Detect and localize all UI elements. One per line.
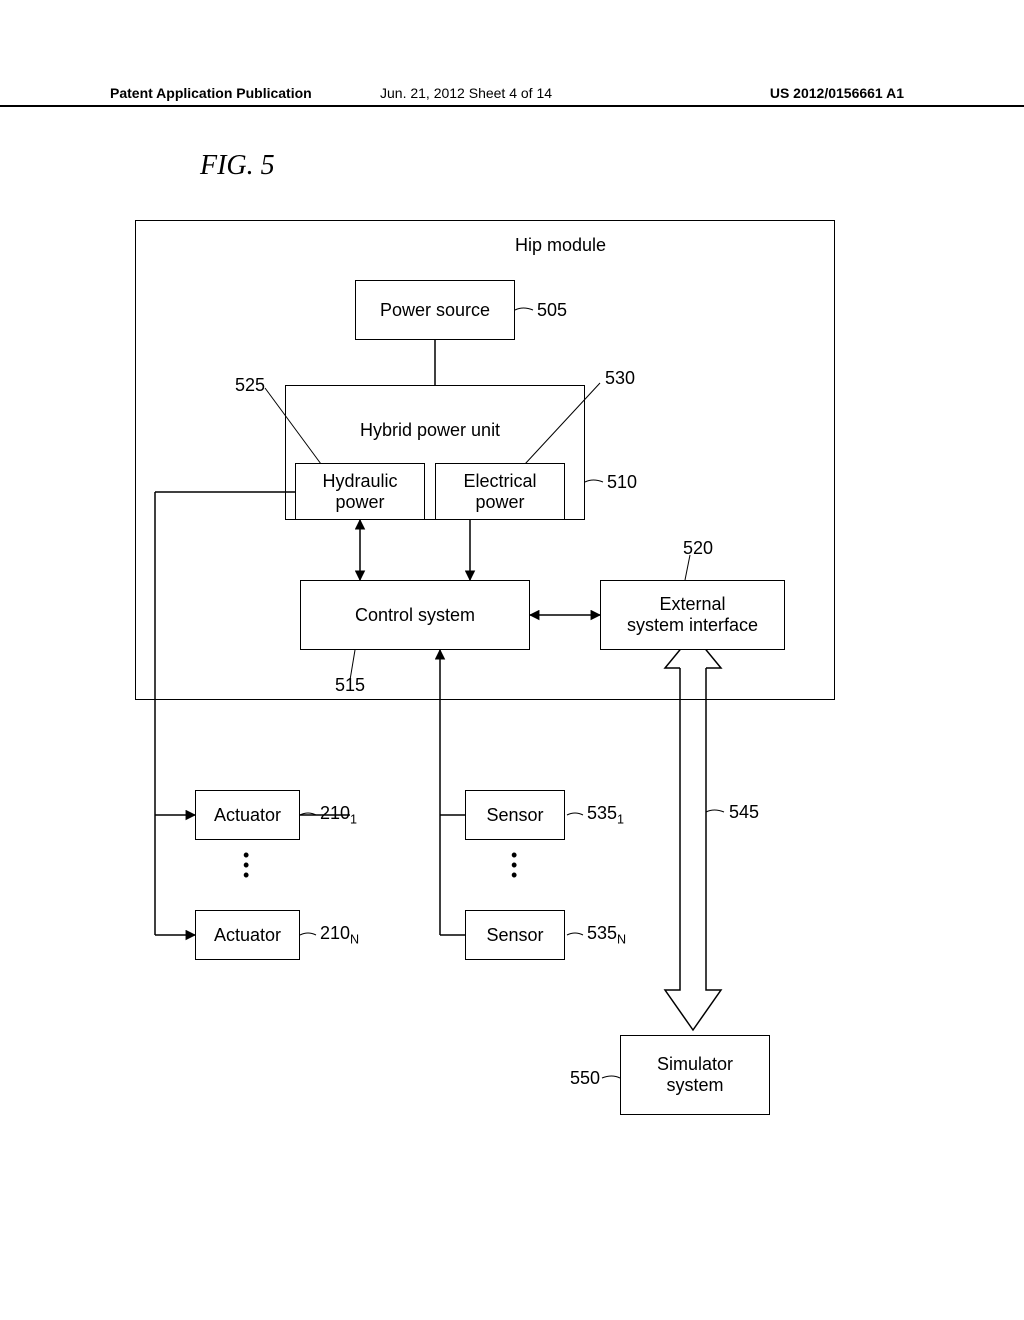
simulator-label: Simulatorsystem <box>657 1054 733 1096</box>
control-system-box: Control system <box>300 580 530 650</box>
control-system-label: Control system <box>355 605 475 626</box>
ref-210-1: 2101 <box>320 803 357 827</box>
actuator-n-box: Actuator <box>195 910 300 960</box>
sensor-1-label: Sensor <box>486 805 543 826</box>
sensor-n-label: Sensor <box>486 925 543 946</box>
hip-module-label: Hip module <box>515 235 606 256</box>
simulator-box: Simulatorsystem <box>620 1035 770 1115</box>
external-interface-box: Externalsystem interface <box>600 580 785 650</box>
ref-210-n: 210N <box>320 923 359 947</box>
ref-550: 550 <box>570 1068 600 1089</box>
ref-520: 520 <box>683 538 713 559</box>
sensor-1-box: Sensor <box>465 790 565 840</box>
ref-545: 545 <box>729 802 759 823</box>
ref-530: 530 <box>605 368 635 389</box>
header-center: Jun. 21, 2012 Sheet 4 of 14 <box>380 85 552 101</box>
actuator-n-label: Actuator <box>214 925 281 946</box>
actuator-1-label: Actuator <box>214 805 281 826</box>
electrical-power-label: Electricalpower <box>463 471 536 513</box>
external-interface-label: Externalsystem interface <box>627 594 758 636</box>
page-header: Patent Application Publication Jun. 21, … <box>0 85 1024 107</box>
diagram-canvas: Hip module Power source 505 Hybrid power… <box>135 220 895 1220</box>
header-left: Patent Application Publication <box>110 85 312 101</box>
ref-505: 505 <box>537 300 567 321</box>
figure-title: FIG. 5 <box>200 150 275 182</box>
ref-510: 510 <box>607 472 637 493</box>
ref-525: 525 <box>235 375 265 396</box>
hydraulic-power-label: Hydraulicpower <box>322 471 397 513</box>
actuator-ellipsis: ••• <box>243 850 249 880</box>
actuator-1-box: Actuator <box>195 790 300 840</box>
sensor-ellipsis: ••• <box>511 850 517 880</box>
hybrid-power-unit-label: Hybrid power unit <box>360 420 500 441</box>
ref-515: 515 <box>335 675 365 696</box>
sensor-n-box: Sensor <box>465 910 565 960</box>
header-right: US 2012/0156661 A1 <box>770 85 904 101</box>
power-source-box: Power source <box>355 280 515 340</box>
hydraulic-power-box: Hydraulicpower <box>295 463 425 520</box>
power-source-label: Power source <box>380 300 490 321</box>
ref-535-1: 5351 <box>587 803 624 827</box>
electrical-power-box: Electricalpower <box>435 463 565 520</box>
ref-535-n: 535N <box>587 923 626 947</box>
